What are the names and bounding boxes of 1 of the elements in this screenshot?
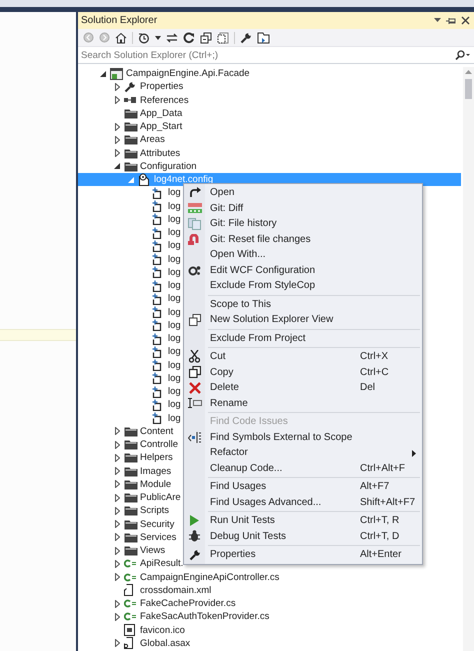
panel-title: Solution Explorer [81,15,158,26]
